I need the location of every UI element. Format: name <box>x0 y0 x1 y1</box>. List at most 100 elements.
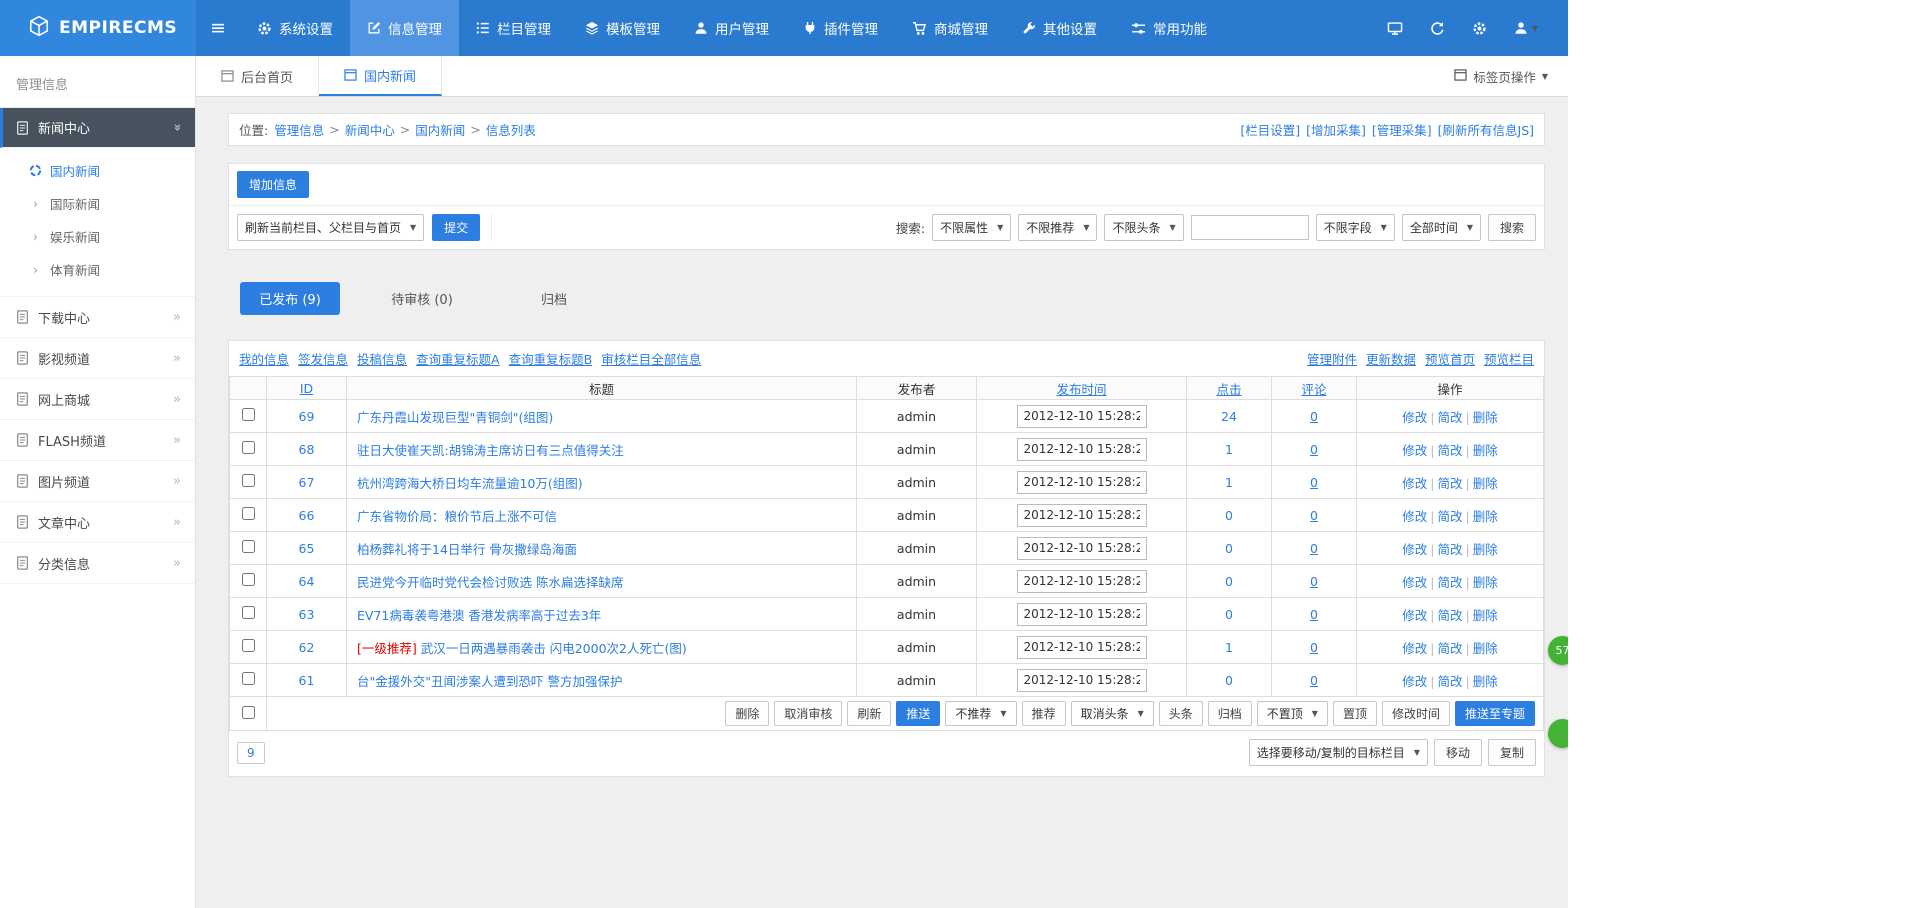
row-title-link[interactable]: 民进党今开临时党代会检讨败选 陈水扁选择缺席 <box>357 575 623 590</box>
row-checkbox[interactable] <box>242 573 255 586</box>
batch-button-8[interactable]: 头条 <box>1159 701 1203 726</box>
breadcrumb-link-3[interactable]: 国内新闻 <box>415 120 465 139</box>
topbar-monitor-button[interactable] <box>1387 21 1403 36</box>
quick-link-right-4[interactable]: 预览栏目 <box>1484 352 1534 367</box>
row-checkbox[interactable] <box>242 408 255 421</box>
row-title-link[interactable]: 台"金援外交"丑闻涉案人遭到恐吓 警方加强保护 <box>357 674 622 689</box>
topnav-item-columns[interactable]: 栏目管理 <box>459 0 568 56</box>
row-op-1[interactable]: 修改 <box>1402 476 1427 491</box>
sidebar-section-4[interactable]: 网上商城» <box>0 379 195 420</box>
row-time-input[interactable] <box>1017 636 1147 659</box>
search-button[interactable]: 搜索 <box>1488 214 1536 241</box>
batch-select-5[interactable]: 不推荐▼ <box>945 701 1016 726</box>
row-op-3[interactable]: 删除 <box>1473 443 1498 458</box>
row-id-link[interactable]: 68 <box>299 442 315 457</box>
field-filter-select[interactable]: 不限字段▼ <box>1316 214 1395 241</box>
row-title-link[interactable]: EV71病毒袭粤港澳 香港发病率高于过去3年 <box>357 608 601 623</box>
row-id-link[interactable]: 63 <box>299 607 315 622</box>
row-checkbox[interactable] <box>242 507 255 520</box>
topnav-item-edit[interactable]: 信息管理 <box>350 0 459 56</box>
status-tab-1[interactable]: 已发布 (9) <box>240 282 340 315</box>
sidebar-section-8[interactable]: 分类信息» <box>0 543 195 584</box>
recommend-filter-select[interactable]: 不限推荐▼ <box>1018 214 1097 241</box>
row-comments-link[interactable]: 0 <box>1310 475 1318 490</box>
row-title-link[interactable]: 广东丹霞山发现巨型"青铜剑"(组图) <box>357 410 553 425</box>
target-column-select[interactable]: 选择要移动/复制的目标栏目 ▼ <box>1249 739 1428 766</box>
column-header-link[interactable]: 点击 <box>1216 382 1241 397</box>
row-checkbox[interactable] <box>242 606 255 619</box>
row-time-input[interactable] <box>1017 504 1147 527</box>
row-title-link[interactable]: 广东省物价局：粮价节后上涨不可信 <box>357 509 557 524</box>
submit-button[interactable]: 提交 <box>432 214 480 241</box>
row-op-3[interactable]: 删除 <box>1473 674 1498 689</box>
batch-button-9[interactable]: 归档 <box>1208 701 1252 726</box>
add-info-button[interactable]: 增加信息 <box>237 171 309 198</box>
quick-link-left-1[interactable]: 我的信息 <box>239 352 289 367</box>
row-title-link[interactable]: 柏杨葬礼将于14日举行 骨灰撒绿岛海面 <box>357 542 577 557</box>
batch-button-11[interactable]: 置顶 <box>1333 701 1377 726</box>
quick-link-left-4[interactable]: 查询重复标题A <box>416 352 500 367</box>
row-op-2[interactable]: 简改 <box>1437 410 1462 425</box>
move-button[interactable]: 移动 <box>1434 739 1482 766</box>
row-op-2[interactable]: 简改 <box>1437 542 1462 557</box>
breadcrumb-action-1[interactable]: [栏目设置] <box>1240 120 1300 139</box>
row-clicks-link[interactable]: 24 <box>1221 409 1237 424</box>
batch-button-2[interactable]: 取消审核 <box>774 701 842 726</box>
row-comments-link[interactable]: 0 <box>1310 673 1318 688</box>
row-time-input[interactable] <box>1017 438 1147 461</box>
topnav-item-cart[interactable]: 商城管理 <box>895 0 1005 56</box>
row-clicks-link[interactable]: 0 <box>1225 541 1233 556</box>
row-op-2[interactable]: 简改 <box>1437 476 1462 491</box>
search-keyword-input[interactable] <box>1191 215 1309 240</box>
breadcrumb-link-1[interactable]: 管理信息 <box>274 120 324 139</box>
row-comments-link[interactable]: 0 <box>1310 409 1318 424</box>
topnav-item-gear[interactable]: 系统设置 <box>240 0 350 56</box>
attr-filter-select[interactable]: 不限属性▼ <box>932 214 1011 241</box>
tab-2[interactable]: 国内新闻 <box>319 56 442 96</box>
row-checkbox[interactable] <box>242 639 255 652</box>
row-op-1[interactable]: 修改 <box>1402 542 1427 557</box>
breadcrumb-link-4[interactable]: 信息列表 <box>486 120 536 139</box>
sidebar-section-3[interactable]: 影视频道» <box>0 338 195 379</box>
row-clicks-link[interactable]: 0 <box>1225 673 1233 688</box>
row-id-link[interactable]: 64 <box>299 574 315 589</box>
batch-button-13[interactable]: 推送至专题 <box>1455 701 1535 726</box>
copy-button[interactable]: 复制 <box>1488 739 1536 766</box>
row-op-3[interactable]: 删除 <box>1473 608 1498 623</box>
row-time-input[interactable] <box>1017 537 1147 560</box>
row-time-input[interactable] <box>1017 405 1147 428</box>
row-op-3[interactable]: 删除 <box>1473 542 1498 557</box>
row-op-1[interactable]: 修改 <box>1402 443 1427 458</box>
batch-select-10[interactable]: 不置顶▼ <box>1257 701 1328 726</box>
row-comments-link[interactable]: 0 <box>1310 442 1318 457</box>
row-id-link[interactable]: 69 <box>299 409 315 424</box>
row-op-3[interactable]: 删除 <box>1473 410 1498 425</box>
sidebar-section-2[interactable]: 下载中心» <box>0 297 195 338</box>
row-checkbox[interactable] <box>242 540 255 553</box>
column-header-link[interactable]: 发布时间 <box>1056 382 1106 397</box>
row-checkbox[interactable] <box>242 441 255 454</box>
row-comments-link[interactable]: 0 <box>1310 541 1318 556</box>
row-op-2[interactable]: 简改 <box>1437 674 1462 689</box>
row-op-2[interactable]: 简改 <box>1437 608 1462 623</box>
row-checkbox[interactable] <box>242 672 255 685</box>
sidebar-section-7[interactable]: 文章中心» <box>0 502 195 543</box>
status-tab-3[interactable]: 归档 <box>504 282 604 315</box>
sidebar-item-4[interactable]: ›体育新闻 <box>0 253 195 286</box>
row-op-1[interactable]: 修改 <box>1402 608 1427 623</box>
topbar-gear-button[interactable] <box>1472 21 1487 36</box>
row-id-link[interactable]: 65 <box>299 541 315 556</box>
quick-link-left-5[interactable]: 查询重复标题B <box>509 352 593 367</box>
batch-button-12[interactable]: 修改时间 <box>1382 701 1450 726</box>
row-clicks-link[interactable]: 0 <box>1225 607 1233 622</box>
row-time-input[interactable] <box>1017 570 1147 593</box>
topnav-item-sliders[interactable]: 常用功能 <box>1114 0 1224 56</box>
row-clicks-link[interactable]: 0 <box>1225 508 1233 523</box>
row-clicks-link[interactable]: 1 <box>1225 442 1233 457</box>
row-time-input[interactable] <box>1017 471 1147 494</box>
row-time-input[interactable] <box>1017 603 1147 626</box>
batch-button-4[interactable]: 推送 <box>896 701 940 726</box>
time-filter-select[interactable]: 全部时间▼ <box>1402 214 1481 241</box>
row-op-3[interactable]: 删除 <box>1473 476 1498 491</box>
breadcrumb-action-2[interactable]: [增加采集] <box>1306 120 1366 139</box>
